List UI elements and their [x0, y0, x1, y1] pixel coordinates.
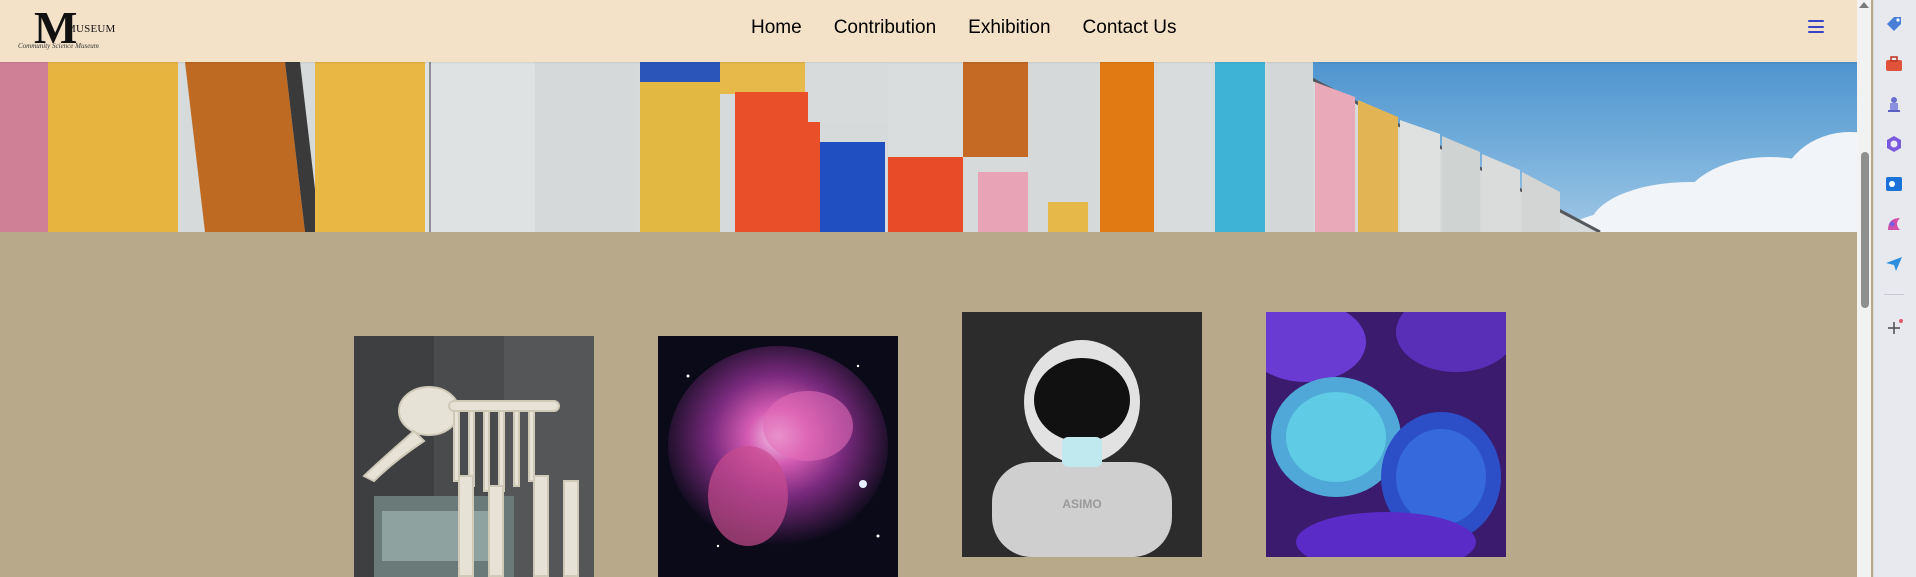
- nav-home[interactable]: Home: [735, 16, 818, 40]
- scrollbar-thumb[interactable]: [1861, 152, 1869, 308]
- asimo-robot-image[interactable]: ASIMO: [962, 312, 1202, 557]
- tag-icon[interactable]: [1884, 14, 1904, 34]
- hero-banner-image: [0, 62, 1857, 232]
- main-nav: Home Contribution Exhibition Contact Us: [735, 16, 1193, 40]
- page: M MUSEUM Community Science Museum Home C…: [0, 0, 1857, 577]
- hamburger-menu-icon[interactable]: [1808, 20, 1824, 34]
- nav-exhibition[interactable]: Exhibition: [952, 16, 1066, 40]
- nebula-image[interactable]: [658, 336, 898, 577]
- add-icon[interactable]: [1884, 318, 1904, 338]
- outlook-icon[interactable]: [1884, 174, 1904, 194]
- logo-word: MUSEUM: [66, 23, 116, 35]
- scroll-up-arrow-icon[interactable]: [1859, 2, 1869, 8]
- copilot-icon[interactable]: [1884, 134, 1904, 154]
- designer-icon[interactable]: [1884, 214, 1904, 234]
- chess-icon[interactable]: [1884, 94, 1904, 114]
- mammoth-skeleton-image[interactable]: [354, 336, 594, 577]
- nav-contact-us[interactable]: Contact Us: [1067, 16, 1193, 40]
- browser-sidebar: [1873, 0, 1916, 577]
- navbar: M MUSEUM Community Science Museum Home C…: [0, 0, 1857, 62]
- sidebar-divider: [1884, 294, 1904, 295]
- museum-logo[interactable]: M MUSEUM Community Science Museum: [16, 2, 116, 54]
- send-icon[interactable]: [1884, 254, 1904, 274]
- coral-image[interactable]: [1266, 312, 1506, 557]
- briefcase-icon[interactable]: [1884, 54, 1904, 74]
- logo-tagline: Community Science Museum: [18, 42, 99, 50]
- asimo-label: ASIMO: [1062, 497, 1101, 511]
- nav-contribution[interactable]: Contribution: [818, 16, 952, 40]
